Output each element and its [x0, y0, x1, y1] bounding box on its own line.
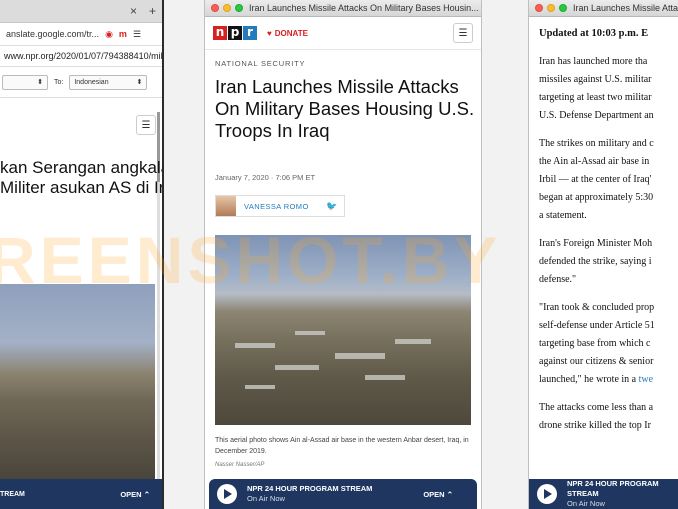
text-line: against our citizens & senior	[539, 356, 654, 367]
window-titlebar: Iran Launches Missile Atta	[529, 0, 678, 17]
text-line: the Ain al-Assad air base in	[539, 156, 650, 167]
stream-title: NPR 24 HOUR PROGRAM STREAM	[567, 479, 659, 498]
open-label: OPEN	[120, 489, 142, 499]
paragraph-1: Iran has launched more tha missiles agai…	[539, 53, 668, 125]
from-language-select[interactable]: ⬍	[2, 74, 48, 90]
hamburger-menu-icon[interactable]: ☰	[453, 23, 473, 43]
hamburger-menu-icon[interactable]: ☰	[136, 115, 156, 135]
text-line: defense."	[539, 274, 577, 285]
text-line: Iran's Foreign Minister Moh	[539, 238, 653, 249]
stream-title: NPR 24 HOUR PROGRAM STREAM	[247, 484, 373, 493]
language-bar: ⬍ To: Indonesian ⬍	[0, 67, 162, 98]
heart-icon: ♥	[267, 28, 272, 38]
stream-info: NPR 24 HOUR PROGRAM STREAM On Air Now	[567, 479, 678, 509]
text-line: The attacks come less than a	[539, 402, 654, 413]
text-line: U.S. Defense Department an	[539, 110, 654, 121]
audio-player-bar[interactable]: TREAM OPEN ⌃	[0, 479, 162, 509]
text-line: Irbil — at the center of Iraq'	[539, 174, 652, 185]
maximize-window-icon[interactable]	[235, 4, 243, 12]
article-headline: Iran Launches Missile Attacks On Militar…	[215, 76, 475, 141]
open-label: OPEN	[423, 489, 445, 499]
window-titlebar: Iran Launches Missile Attacks On Militar…	[205, 0, 481, 17]
to-language-value: Indonesian	[74, 78, 109, 86]
audio-player-bar[interactable]: NPR 24 HOUR PROGRAM STREAM On Air Now OP…	[209, 479, 477, 509]
paragraph-3: Iran's Foreign Minister Moh defended the…	[539, 235, 668, 289]
play-button[interactable]	[537, 484, 557, 504]
stream-subtitle: On Air Now	[567, 499, 605, 508]
donate-button[interactable]: ♥ DONATE	[267, 29, 308, 38]
extension-icon[interactable]: m	[119, 29, 127, 39]
update-time: Updated at 10:03 p.m. E	[539, 28, 649, 39]
logo-letter-r: r	[243, 26, 257, 40]
text-line: "Iran took & concluded prop	[539, 302, 655, 313]
text-line: targeting base from which c	[539, 338, 651, 349]
shield-icon[interactable]: ◉	[105, 29, 113, 40]
stream-info: NPR 24 HOUR PROGRAM STREAM On Air Now	[247, 484, 372, 504]
minimize-window-icon[interactable]	[223, 4, 231, 12]
author-byline[interactable]: VANESSA ROMO 🐦	[215, 195, 345, 217]
translated-headline: kan Serangan angkalan Militer asukan AS …	[0, 158, 164, 197]
logo-letter-n: n	[213, 26, 227, 40]
twitter-icon[interactable]: 🐦	[326, 201, 338, 212]
text-line: The strikes on military and c	[539, 138, 654, 149]
donate-label: DONATE	[274, 28, 308, 38]
author-avatar	[216, 196, 236, 216]
stream-title: TREAM	[0, 490, 25, 498]
photo-caption: This aerial photo shows Ain al-Assad air…	[215, 437, 469, 455]
logo-letter-p: p	[228, 26, 242, 40]
window-title: Iran Launches Missile Atta	[573, 3, 678, 13]
open-button[interactable]: OPEN ⌃	[120, 490, 150, 499]
article-text-window: Iran Launches Missile Atta Updated at 10…	[528, 0, 678, 509]
photo-credit: Nasser Nasser/AP	[215, 462, 265, 468]
text-line: a statement.	[539, 210, 587, 221]
play-button[interactable]	[217, 484, 237, 504]
text-line: self-defense under Article 51	[539, 320, 655, 331]
text-line: began at approximately 5:30	[539, 192, 654, 203]
address-bar[interactable]: anslate.google.com/tr... ◉ m ☰	[0, 23, 162, 46]
to-label: To:	[54, 78, 64, 86]
tab-close-icon[interactable]: ×	[130, 4, 137, 18]
close-window-icon[interactable]	[535, 4, 543, 12]
translate-window: × + anslate.google.com/tr... ◉ m ☰ www.n…	[0, 0, 164, 509]
site-header: n p r ♥ DONATE ☰	[205, 17, 481, 50]
section-kicker[interactable]: NATIONAL SECURITY	[215, 59, 305, 68]
paragraph-2: The strikes on military and c the Ain al…	[539, 135, 668, 225]
address-text: anslate.google.com/tr...	[6, 29, 100, 39]
play-icon	[544, 489, 552, 499]
npr-window: Iran Launches Missile Attacks On Militar…	[204, 0, 482, 509]
stream-subtitle: On Air Now	[247, 494, 285, 503]
article-body: Updated at 10:03 p.m. E Iran has launche…	[529, 17, 678, 453]
open-button[interactable]: OPEN ⌃	[423, 490, 453, 499]
minimize-window-icon[interactable]	[547, 4, 555, 12]
tab-bar: × +	[0, 0, 162, 23]
select-arrow-icon: ⬍	[136, 79, 143, 86]
tweet-link[interactable]: twe	[639, 374, 653, 385]
close-window-icon[interactable]	[211, 4, 219, 12]
article-photo	[215, 235, 471, 425]
paragraph-4: "Iran took & concluded prop self-defense…	[539, 299, 668, 389]
text-line: missiles against U.S. militar	[539, 74, 652, 85]
source-url[interactable]: www.npr.org/2020/01/07/794388410/milit	[0, 46, 162, 67]
maximize-window-icon[interactable]	[559, 4, 567, 12]
article-date: January 7, 2020 · 7:06 PM ET	[215, 173, 316, 182]
play-icon	[224, 489, 232, 499]
menu-icon[interactable]: ☰	[133, 29, 141, 40]
to-language-select[interactable]: Indonesian ⬍	[69, 74, 148, 90]
chevron-up-icon: ⌃	[446, 489, 453, 499]
article-photo	[0, 284, 155, 479]
chevron-up-icon: ⌃	[143, 489, 150, 499]
window-title: Iran Launches Missile Attacks On Militar…	[249, 3, 479, 13]
new-tab-icon[interactable]: +	[149, 4, 156, 18]
text-line: targeting at least two militar	[539, 92, 652, 103]
audio-player-bar[interactable]: NPR 24 HOUR PROGRAM STREAM On Air Now	[529, 479, 678, 509]
text-line: Iran has launched more tha	[539, 56, 648, 67]
npr-logo[interactable]: n p r	[213, 26, 257, 40]
author-name: VANESSA ROMO	[244, 201, 309, 211]
text-line: launched," he wrote in a	[539, 374, 639, 385]
text-line: defended the strike, saying i	[539, 256, 652, 267]
text-line: drone strike killed the top Ir	[539, 420, 651, 431]
paragraph-5: The attacks come less than a drone strik…	[539, 399, 668, 435]
